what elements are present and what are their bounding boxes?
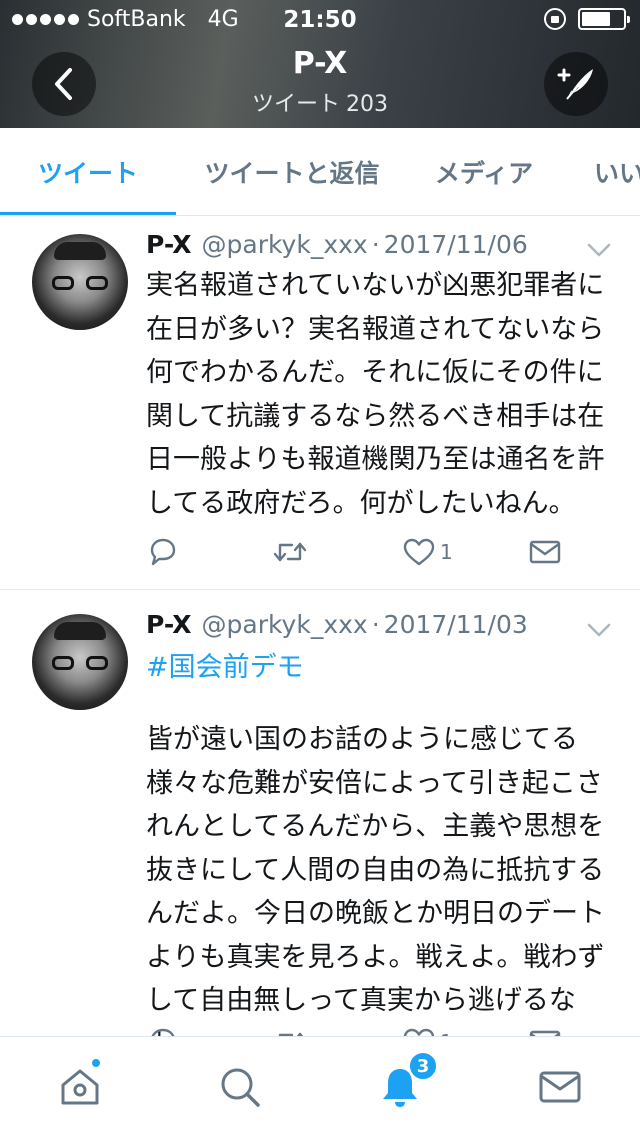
tweet-actions: 1 bbox=[146, 536, 586, 576]
tweet-header: P-X @parkyk_xxx · 2017/11/03 bbox=[146, 610, 528, 639]
tweet-item[interactable]: P-X @parkyk_xxx · 2017/11/03 #国会前デモ 皆が遠い… bbox=[0, 590, 640, 1060]
avatar[interactable] bbox=[32, 614, 128, 710]
search-icon bbox=[221, 1068, 260, 1107]
quill-compose-icon bbox=[557, 68, 593, 100]
battery-icon bbox=[578, 8, 630, 30]
tweet-count-value: 203 bbox=[346, 92, 388, 117]
hashtag-link[interactable]: #国会前デモ bbox=[146, 646, 606, 690]
tweet-header: P-X @parkyk_xxx · 2017/11/06 bbox=[146, 230, 528, 259]
avatar[interactable] bbox=[32, 234, 128, 330]
tweet-count-label: ツイート bbox=[251, 92, 340, 117]
reply-icon bbox=[150, 538, 176, 566]
compose-tweet-button[interactable] bbox=[544, 52, 608, 116]
bottom-tab-bar: 3 bbox=[0, 1036, 640, 1136]
envelope-icon bbox=[529, 540, 561, 564]
separator-dot: · bbox=[371, 230, 380, 259]
envelope-icon bbox=[539, 1071, 581, 1103]
tweet-author-handle[interactable]: @parkyk_xxx bbox=[202, 610, 368, 639]
tweet-text: 実名報道されていないが凶悪犯罪者に在日が多い？実名報道されてないなら何でわかるん… bbox=[146, 270, 605, 519]
retweet-icon bbox=[273, 542, 307, 562]
separator-dot: · bbox=[371, 610, 380, 639]
retweet-button[interactable] bbox=[272, 536, 308, 568]
direct-message-button[interactable] bbox=[528, 536, 562, 568]
heart-icon bbox=[403, 538, 435, 566]
like-button[interactable]: 1 bbox=[402, 536, 453, 568]
nav-home[interactable] bbox=[56, 1063, 104, 1111]
nav-search[interactable] bbox=[216, 1063, 264, 1111]
tab-media[interactable]: メディア bbox=[428, 128, 540, 215]
reply-button[interactable] bbox=[146, 536, 178, 568]
tab-tweets-and-replies[interactable]: ツイートと返信 bbox=[196, 128, 388, 215]
profile-header: SoftBank 4G 21:50 P-X ツイート 203 bbox=[0, 0, 640, 128]
chevron-down-icon[interactable] bbox=[586, 620, 612, 640]
notification-badge: 3 bbox=[408, 1051, 438, 1081]
tweet-author-handle[interactable]: @parkyk_xxx bbox=[202, 230, 368, 259]
tweet-author-name[interactable]: P-X bbox=[146, 230, 192, 259]
tweet-date[interactable]: 2017/11/06 bbox=[384, 230, 528, 259]
rotation-lock-icon bbox=[544, 8, 566, 30]
nav-messages[interactable] bbox=[536, 1063, 584, 1111]
profile-tabs: ツイート ツイートと返信 メディア いいね bbox=[0, 128, 640, 216]
tweet-item[interactable]: P-X @parkyk_xxx · 2017/11/06 実名報道されていないが… bbox=[0, 216, 640, 590]
home-icon bbox=[61, 1069, 99, 1105]
home-unread-dot bbox=[90, 1057, 102, 1069]
tweet-text: 皆が遠い国のお話のように感じてる様々な危難が安倍によって引き起こされんとしてるん… bbox=[146, 724, 605, 1060]
tweet-date[interactable]: 2017/11/03 bbox=[384, 610, 528, 639]
tab-likes[interactable]: いいね bbox=[594, 128, 640, 215]
tab-tweets[interactable]: ツイート bbox=[0, 128, 176, 215]
chevron-down-icon[interactable] bbox=[586, 240, 612, 260]
status-bar: SoftBank 4G 21:50 bbox=[0, 0, 640, 40]
like-count: 1 bbox=[440, 540, 453, 564]
status-right bbox=[544, 8, 630, 30]
tweet-author-name[interactable]: P-X bbox=[146, 610, 192, 639]
